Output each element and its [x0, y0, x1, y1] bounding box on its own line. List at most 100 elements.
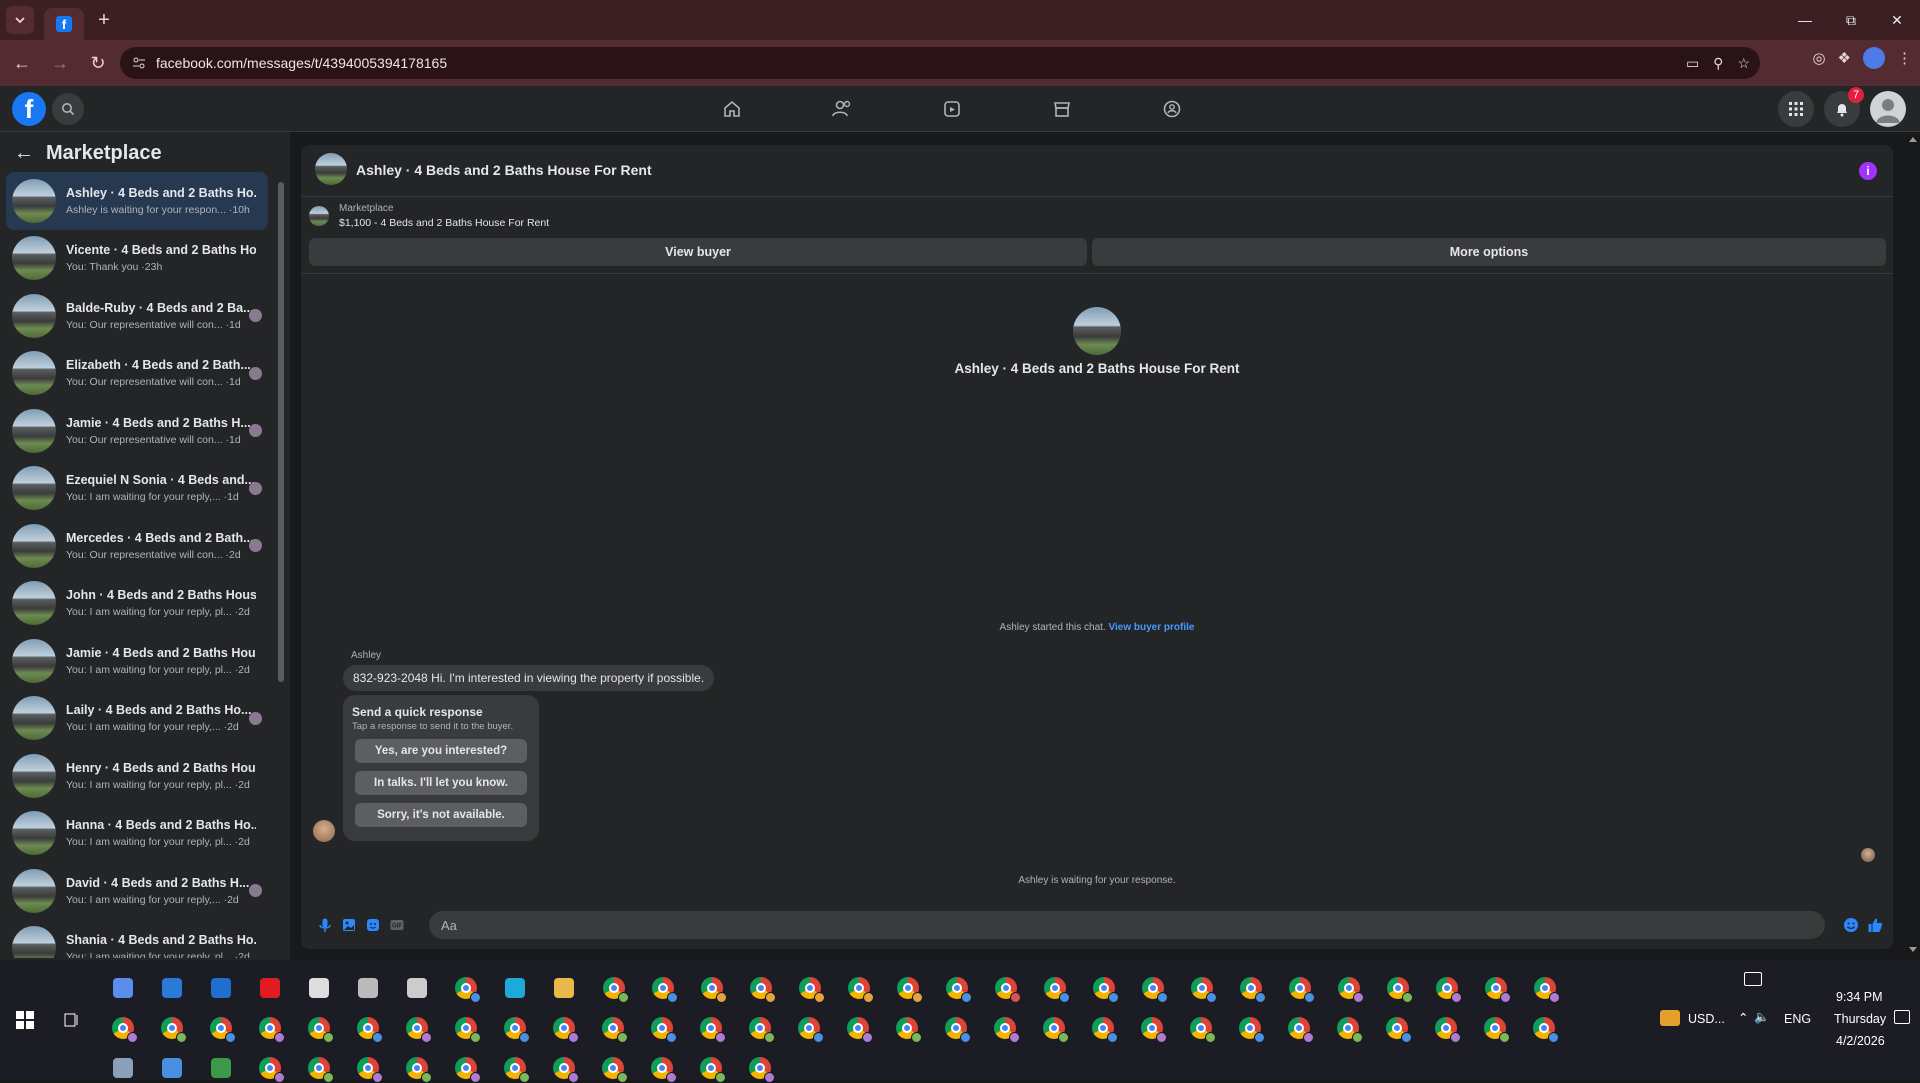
chrome-profile-icon[interactable] — [355, 1015, 383, 1043]
chrome-profile-icon[interactable] — [551, 1055, 579, 1083]
chrome-profile-icon[interactable] — [748, 975, 776, 1003]
action-center-screen-icon[interactable] — [1744, 972, 1762, 986]
install-app-icon[interactable]: ▭ — [1686, 55, 1699, 72]
app-icon[interactable] — [110, 1055, 136, 1081]
conversation-item[interactable]: Elizabeth · 4 Beds and 2 Bath... You: Our… — [6, 345, 268, 403]
extensions-icon[interactable]: ❖ — [1838, 49, 1851, 67]
copilot-icon[interactable] — [110, 975, 136, 1001]
like-thumb-icon[interactable] — [1867, 917, 1883, 933]
microphone-icon[interactable] — [317, 917, 333, 933]
browser-menu-icon[interactable]: ⋮ — [1897, 49, 1912, 67]
conversation-item[interactable]: Ashley · 4 Beds and 2 Baths Ho... Ashley … — [6, 172, 268, 230]
chrome-profile-icon[interactable] — [1090, 1015, 1118, 1043]
opera-icon[interactable] — [257, 975, 283, 1001]
conversation-item[interactable]: David · 4 Beds and 2 Baths H... You: I am… — [6, 862, 268, 920]
new-tab-icon[interactable]: + — [90, 6, 118, 34]
chrome-profile-icon[interactable] — [551, 1015, 579, 1043]
currency-widget[interactable]: USD... — [1688, 1012, 1725, 1026]
chrome-profile-icon[interactable] — [1041, 1015, 1069, 1043]
chat-title[interactable]: Ashley · 4 Beds and 2 Baths House For Re… — [356, 162, 652, 178]
home-icon[interactable] — [717, 94, 747, 124]
app-icon[interactable] — [208, 975, 234, 1001]
conversation-item[interactable]: Mercedes · 4 Beds and 2 Bath... You: Our … — [6, 517, 268, 575]
quick-reply-interested[interactable]: Yes, are you interested? — [355, 739, 527, 763]
photo-icon[interactable] — [341, 917, 357, 933]
gif-icon[interactable]: GIF — [389, 917, 405, 933]
chrome-profile-icon[interactable] — [943, 1015, 971, 1043]
chrome-profile-icon[interactable] — [257, 1015, 285, 1043]
chrome-icon[interactable] — [453, 975, 481, 1003]
emoji-icon[interactable] — [1843, 917, 1859, 933]
groups-icon[interactable] — [1157, 94, 1187, 124]
windows-start-icon[interactable] — [12, 1007, 38, 1033]
language-indicator[interactable]: ENG — [1784, 1012, 1811, 1026]
chrome-profile-icon[interactable] — [208, 1015, 236, 1043]
listing-summary[interactable]: Marketplace $1,100 - 4 Beds and 2 Baths … — [309, 203, 549, 229]
chrome-profile-icon[interactable] — [404, 1055, 432, 1083]
conversation-item[interactable]: Jamie · 4 Beds and 2 Baths Hou... You: I … — [6, 632, 268, 690]
chrome-profile-icon[interactable] — [355, 1055, 383, 1083]
store-icon[interactable] — [159, 975, 185, 1001]
chrome-profile-icon[interactable] — [1532, 975, 1560, 1003]
chrome-profile-icon[interactable] — [110, 1015, 138, 1043]
chrome-profile-icon[interactable] — [699, 975, 727, 1003]
quick-reply-not-available[interactable]: Sorry, it's not available. — [355, 803, 527, 827]
more-options-button[interactable]: More options — [1092, 238, 1886, 266]
conversation-item[interactable]: John · 4 Beds and 2 Baths Hous... You: I … — [6, 575, 268, 633]
chrome-profile-icon[interactable] — [1139, 1015, 1167, 1043]
chrome-profile-icon[interactable] — [1385, 975, 1413, 1003]
search-icon[interactable] — [52, 93, 84, 125]
view-buyer-button[interactable]: View buyer — [309, 238, 1087, 266]
facebook-tab[interactable]: f — [44, 8, 84, 40]
video-icon[interactable] — [937, 94, 967, 124]
chrome-profile-icon[interactable] — [306, 1015, 334, 1043]
chrome-profile-icon[interactable] — [1042, 975, 1070, 1003]
chrome-profile-icon[interactable] — [1531, 1015, 1559, 1043]
marketplace-icon[interactable] — [1047, 94, 1077, 124]
chrome-profile-icon[interactable] — [1434, 975, 1462, 1003]
conversation-item[interactable]: Balde-Ruby · 4 Beds and 2 Ba... You: Our … — [6, 287, 268, 345]
conversation-item[interactable]: Laily · 4 Beds and 2 Baths Ho... You: I a… — [6, 690, 268, 748]
chrome-profile-icon[interactable] — [257, 1055, 285, 1083]
view-buyer-profile-link[interactable]: View buyer profile — [1109, 622, 1195, 633]
conversation-item[interactable]: Hanna · 4 Beds and 2 Baths Ho... You: I a… — [6, 805, 268, 863]
conversation-item[interactable]: Henry · 4 Beds and 2 Baths Hou... You: I … — [6, 747, 268, 805]
chrome-profile-icon[interactable] — [1238, 975, 1266, 1003]
chrome-profile-icon[interactable] — [1384, 1015, 1412, 1043]
zoom-icon[interactable]: ⚲ — [1713, 55, 1723, 72]
app-icon[interactable] — [159, 1055, 185, 1081]
bookmark-star-icon[interactable]: ☆ — [1737, 55, 1750, 72]
chrome-profile-icon[interactable] — [453, 1055, 481, 1083]
chrome-profile-icon[interactable] — [502, 1015, 530, 1043]
chrome-profile-icon[interactable] — [1336, 975, 1364, 1003]
chrome-profile-icon[interactable] — [1482, 1015, 1510, 1043]
chrome-profile-icon[interactable] — [650, 975, 678, 1003]
chrome-profile-icon[interactable] — [453, 1015, 481, 1043]
chrome-profile-icon[interactable] — [601, 975, 629, 1003]
chrome-profile-icon[interactable] — [600, 1015, 628, 1043]
chrome-profile-icon[interactable] — [1287, 975, 1315, 1003]
site-info-icon[interactable] — [132, 56, 146, 70]
app-icon[interactable] — [208, 1055, 234, 1081]
conversation-item[interactable]: Shania · 4 Beds and 2 Baths Ho... You: I … — [6, 920, 268, 958]
chrome-profile-icon[interactable] — [159, 1015, 187, 1043]
sender-avatar[interactable] — [313, 820, 335, 842]
restore-icon[interactable]: ⧉ — [1828, 0, 1874, 40]
page-scrollbar[interactable] — [1906, 132, 1920, 960]
chrome-profile-icon[interactable] — [992, 1015, 1020, 1043]
chrome-profile-icon[interactable] — [846, 975, 874, 1003]
chrome-profile-icon[interactable] — [1237, 1015, 1265, 1043]
conversation-item[interactable]: Vicente · 4 Beds and 2 Baths Ho... You: T… — [6, 230, 268, 288]
chrome-profile-icon[interactable] — [1091, 975, 1119, 1003]
chrome-profile-icon[interactable] — [1189, 975, 1217, 1003]
task-view-icon[interactable] — [58, 1007, 84, 1033]
profile-avatar-icon[interactable] — [1863, 47, 1885, 69]
chrome-profile-icon[interactable] — [404, 1015, 432, 1043]
file-explorer-icon[interactable] — [551, 975, 577, 1001]
notifications-center-icon[interactable] — [1894, 1010, 1910, 1024]
chrome-profile-icon[interactable] — [600, 1055, 628, 1083]
address-bar[interactable]: facebook.com/messages/t/4394005394178165… — [120, 47, 1760, 79]
menu-grid-icon[interactable] — [1778, 91, 1814, 127]
chrome-profile-icon[interactable] — [747, 1015, 775, 1043]
chat-avatar[interactable] — [315, 153, 347, 185]
